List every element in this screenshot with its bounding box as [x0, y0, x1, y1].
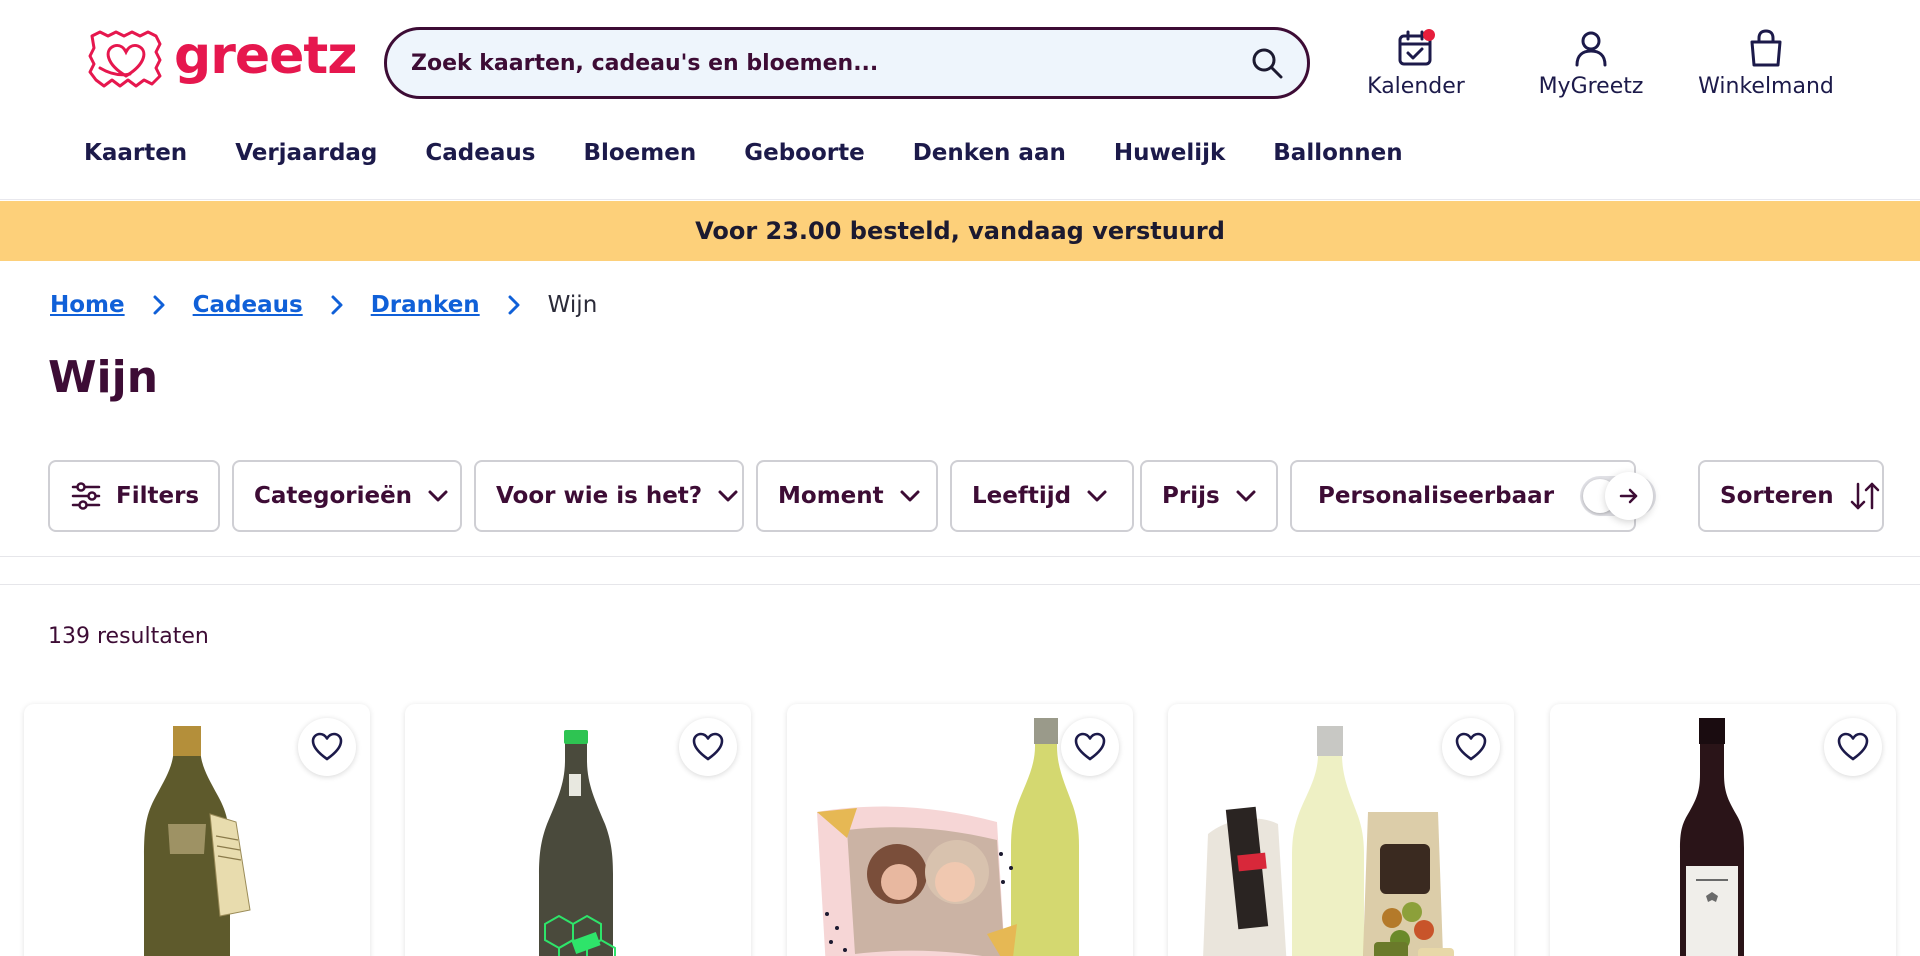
dropdown-label: Voor wie is het?: [496, 483, 703, 509]
favorite-button[interactable]: [298, 718, 356, 776]
sliders-icon: [71, 482, 101, 510]
dropdown-voor-wie[interactable]: Voor wie is het?: [474, 460, 744, 532]
dropdown-label: Leeftijd: [972, 483, 1072, 509]
calendar-button[interactable]: Kalender: [1341, 28, 1491, 99]
dropdown-leeftijd[interactable]: Leeftijd: [950, 460, 1134, 532]
sort-button[interactable]: Sorteren: [1698, 460, 1884, 532]
dropdown-moment[interactable]: Moment: [756, 460, 938, 532]
calendar-label: Kalender: [1367, 74, 1465, 99]
nav-item-cadeaus[interactable]: Cadeaus: [425, 140, 535, 166]
site-header: greetz Kalender MyGreetz: [0, 0, 1920, 200]
product-card-5[interactable]: [1550, 704, 1896, 956]
mygreetz-label: MyGreetz: [1538, 74, 1644, 99]
divider: [0, 584, 1920, 585]
chevron-down-icon: [1236, 490, 1256, 502]
delivery-banner: Voor 23.00 besteld, vandaag verstuurd: [0, 201, 1920, 261]
search-icon: [1252, 48, 1283, 79]
nav-item-ballonnen[interactable]: Ballonnen: [1273, 140, 1402, 166]
chevron-down-icon: [900, 490, 920, 502]
filters-label: Filters: [116, 483, 200, 509]
personaliseerbaar-toggle-row: Personaliseerbaar: [1290, 460, 1657, 532]
search-button[interactable]: [1237, 33, 1297, 93]
favorite-button[interactable]: [679, 718, 737, 776]
greetz-wordmark: greetz: [174, 26, 358, 86]
greetz-logo[interactable]: greetz: [86, 26, 358, 90]
sort-arrows-icon: [1850, 482, 1879, 510]
breadcrumb-current: Wijn: [547, 292, 598, 318]
chevron-right-icon: [331, 295, 343, 315]
chevron-right-icon: [508, 295, 520, 315]
search-input[interactable]: [387, 30, 1237, 96]
heart-icon: [1455, 732, 1487, 761]
nav-item-bloemen[interactable]: Bloemen: [583, 140, 696, 166]
cart-label: Winkelmand: [1698, 74, 1834, 99]
product-card-1[interactable]: [24, 704, 370, 956]
calendar-icon: [1398, 29, 1435, 66]
chevron-down-icon: [1087, 490, 1107, 502]
nav-item-kaarten[interactable]: Kaarten: [84, 140, 187, 166]
dropdown-label: Prijs: [1162, 483, 1220, 509]
heart-icon: [1074, 732, 1106, 761]
product-card-4[interactable]: [1168, 704, 1514, 956]
favorite-button[interactable]: [1442, 718, 1500, 776]
main-nav: Kaarten Verjaardag Cadeaus Bloemen Geboo…: [84, 140, 1451, 166]
results-count: 139 resultaten: [48, 624, 209, 649]
heart-icon: [311, 732, 343, 761]
arrow-right-icon: [1619, 488, 1638, 504]
breadcrumb-home[interactable]: Home: [50, 292, 125, 318]
breadcrumb: Home Cadeaus Dranken Wijn: [50, 292, 597, 318]
chevron-down-icon: [718, 490, 738, 502]
delivery-banner-text: Voor 23.00 besteld, vandaag verstuurd: [695, 217, 1225, 245]
cart-button[interactable]: Winkelmand: [1691, 28, 1841, 99]
dropdown-label: Moment: [778, 483, 884, 509]
product-card-2[interactable]: [405, 704, 751, 956]
favorite-button[interactable]: [1061, 718, 1119, 776]
nav-item-geboorte[interactable]: Geboorte: [744, 140, 864, 166]
dropdown-categorieen[interactable]: Categorieën: [232, 460, 462, 532]
greetz-stamp-heart-icon: [88, 30, 162, 88]
heart-icon: [692, 732, 724, 761]
page-title: Wijn: [48, 352, 159, 403]
nav-item-denken-aan[interactable]: Denken aan: [913, 140, 1066, 166]
filters-button[interactable]: Filters: [48, 460, 220, 532]
shopping-bag-icon: [1750, 29, 1782, 67]
divider: [0, 556, 1920, 557]
dropdown-prijs[interactable]: Prijs: [1140, 460, 1278, 532]
breadcrumb-cadeaus[interactable]: Cadeaus: [193, 292, 303, 318]
favorite-button[interactable]: [1824, 718, 1882, 776]
nav-item-huwelijk[interactable]: Huwelijk: [1114, 140, 1225, 166]
nav-item-verjaardag[interactable]: Verjaardag: [235, 140, 377, 166]
breadcrumb-dranken[interactable]: Dranken: [371, 292, 480, 318]
dropdown-label: Categorieën: [254, 483, 413, 509]
mygreetz-button[interactable]: MyGreetz: [1516, 28, 1666, 99]
heart-icon: [1837, 732, 1869, 761]
product-card-3[interactable]: [787, 704, 1133, 956]
filters-scroll-right-button[interactable]: [1605, 472, 1653, 520]
chevron-down-icon: [428, 490, 448, 502]
chevron-right-icon: [153, 295, 165, 315]
toggle-label: Personaliseerbaar: [1318, 483, 1555, 509]
sort-label: Sorteren: [1720, 483, 1834, 509]
user-icon: [1575, 31, 1607, 67]
search-bar: [384, 27, 1310, 99]
